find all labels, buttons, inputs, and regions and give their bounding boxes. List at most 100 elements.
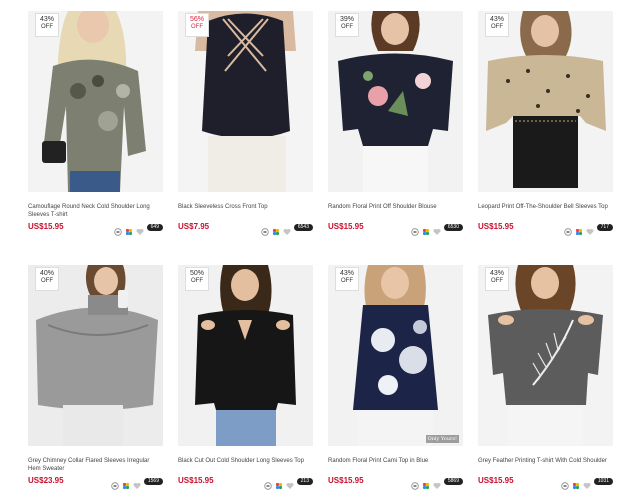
discount-badge: 50% OFF — [185, 267, 209, 291]
size-guide-icon[interactable] — [113, 223, 122, 236]
product-meta-row: US$15.95 649 — [28, 222, 163, 236]
product-icons: 649 — [113, 223, 163, 236]
product-card[interactable]: 43% OFF Only Yours! Random Floral Print … — [328, 265, 463, 490]
product-meta-row: US$15.95 1031 — [478, 476, 613, 490]
product-meta-row: US$15.95 213 — [178, 476, 313, 490]
discount-badge: 40% OFF — [35, 267, 59, 291]
size-guide-icon[interactable] — [261, 223, 269, 236]
product-meta-row: US$7.95 6543 — [178, 222, 313, 236]
product-title[interactable]: Random Floral Print Off Shoulder Blouse — [328, 203, 463, 219]
product-card[interactable]: 43% OFF Leopard Print Off-The-Shoulder B… — [478, 11, 613, 236]
product-card[interactable]: 43% OFF Camouflage Round Neck Cold Shoul… — [28, 11, 163, 236]
heart-icon[interactable] — [583, 477, 591, 489]
image-watermark: Only Yours! — [425, 435, 459, 443]
product-icons: 1031 — [561, 477, 613, 490]
product-icons: 6530 — [411, 223, 463, 236]
product-icons: 6543 — [261, 223, 313, 236]
product-card[interactable]: 43% OFF Grey Feather Printing T-shirt Wi… — [478, 265, 613, 490]
product-title[interactable]: Random Floral Print Cami Top in Blue — [328, 457, 463, 473]
discount-badge: 43% OFF — [485, 13, 509, 37]
heart-icon[interactable] — [286, 477, 294, 489]
color-palette-icon[interactable] — [275, 477, 283, 490]
like-count: 1569 — [143, 477, 163, 485]
product-meta-row: US$15.95 5869 — [328, 476, 463, 490]
discount-percent: 39% — [339, 16, 354, 23]
product-title[interactable]: Black Cut Out Cold Shoulder Long Sleeves… — [178, 457, 313, 473]
product-title[interactable]: Camouflage Round Neck Cold Shoulder Long… — [28, 203, 163, 219]
discount-off-label: OFF — [41, 24, 53, 30]
discount-badge: 43% OFF — [485, 267, 509, 291]
product-price: US$23.95 — [28, 476, 64, 485]
discount-percent: 43% — [489, 16, 504, 23]
product-meta-row: US$23.95 1569 — [28, 476, 163, 490]
like-count: 6530 — [443, 223, 463, 231]
color-palette-icon[interactable] — [572, 477, 580, 490]
size-guide-icon[interactable] — [563, 223, 572, 236]
product-price: US$15.95 — [328, 222, 364, 231]
product-title[interactable]: Grey Feather Printing T-shirt With Cold … — [478, 457, 613, 473]
product-image[interactable]: 50% OFF — [178, 265, 313, 446]
like-count: 6543 — [293, 223, 313, 231]
discount-off-label: OFF — [191, 24, 203, 30]
product-price: US$7.95 — [178, 222, 210, 231]
discount-badge: 43% OFF — [335, 267, 359, 291]
discount-percent: 43% — [39, 16, 54, 23]
heart-icon[interactable] — [283, 223, 291, 235]
product-price: US$15.95 — [478, 222, 514, 231]
size-guide-icon[interactable] — [411, 477, 419, 490]
heart-icon[interactable] — [136, 223, 144, 235]
discount-off-label: OFF — [341, 278, 353, 284]
product-price: US$15.95 — [28, 222, 64, 231]
heart-icon[interactable] — [586, 223, 594, 235]
product-image[interactable]: 39% OFF — [328, 11, 463, 192]
like-count: 5869 — [443, 477, 463, 485]
like-count: 649 — [146, 223, 163, 231]
size-guide-icon[interactable] — [561, 477, 569, 490]
product-icons: 5869 — [411, 477, 463, 490]
discount-off-label: OFF — [491, 24, 503, 30]
product-card[interactable]: 50% OFF Black Cut Out Cold Shoulder Long… — [178, 265, 313, 490]
discount-percent: 40% — [39, 270, 54, 277]
product-image[interactable]: 43% OFF — [478, 11, 613, 192]
product-price: US$15.95 — [478, 476, 514, 485]
product-title[interactable]: Grey Chimney Collar Flared Sleeves Irreg… — [28, 457, 163, 473]
heart-icon[interactable] — [433, 477, 441, 489]
product-card[interactable]: 40% OFF Grey Chimney Collar Flared Sleev… — [28, 265, 163, 490]
product-grid: 43% OFF Camouflage Round Neck Cold Shoul… — [0, 0, 640, 497]
discount-percent: 43% — [489, 270, 504, 277]
discount-off-label: OFF — [191, 278, 203, 284]
product-image[interactable]: 43% OFF — [478, 265, 613, 446]
product-icons: 213 — [263, 477, 313, 490]
size-guide-icon[interactable] — [263, 477, 272, 490]
discount-badge: 56% OFF — [185, 13, 209, 37]
product-price: US$15.95 — [178, 476, 214, 485]
color-palette-icon[interactable] — [422, 477, 430, 490]
color-palette-icon[interactable] — [125, 223, 133, 236]
color-palette-icon[interactable] — [575, 223, 583, 236]
discount-percent: 56% — [189, 16, 204, 23]
heart-icon[interactable] — [433, 223, 441, 235]
product-title[interactable]: Leopard Print Off-The-Shoulder Bell Slee… — [478, 203, 613, 219]
discount-badge: 43% OFF — [35, 13, 59, 37]
product-card[interactable]: 39% OFF Random Floral Print Off Shoulder… — [328, 11, 463, 236]
color-palette-icon[interactable] — [122, 477, 130, 490]
color-palette-icon[interactable] — [422, 223, 430, 236]
like-count: 1031 — [593, 477, 613, 485]
product-meta-row: US$15.95 717 — [478, 222, 613, 236]
product-image[interactable]: 43% OFF — [28, 11, 163, 192]
size-guide-icon[interactable] — [411, 223, 419, 236]
like-count: 213 — [296, 477, 313, 485]
discount-percent: 50% — [189, 270, 204, 277]
discount-off-label: OFF — [341, 24, 353, 30]
product-icons: 1569 — [111, 477, 163, 490]
color-palette-icon[interactable] — [272, 223, 280, 236]
size-guide-icon[interactable] — [111, 477, 119, 490]
product-icons: 717 — [563, 223, 613, 236]
like-count: 717 — [596, 223, 613, 231]
product-card[interactable]: 56% OFF Black Sleeveless Cross Front Top… — [178, 11, 313, 236]
product-image[interactable]: 43% OFF Only Yours! — [328, 265, 463, 446]
heart-icon[interactable] — [133, 477, 141, 489]
product-title[interactable]: Black Sleeveless Cross Front Top — [178, 203, 313, 219]
product-image[interactable]: 40% OFF — [28, 265, 163, 446]
product-image[interactable]: 56% OFF — [178, 11, 313, 192]
